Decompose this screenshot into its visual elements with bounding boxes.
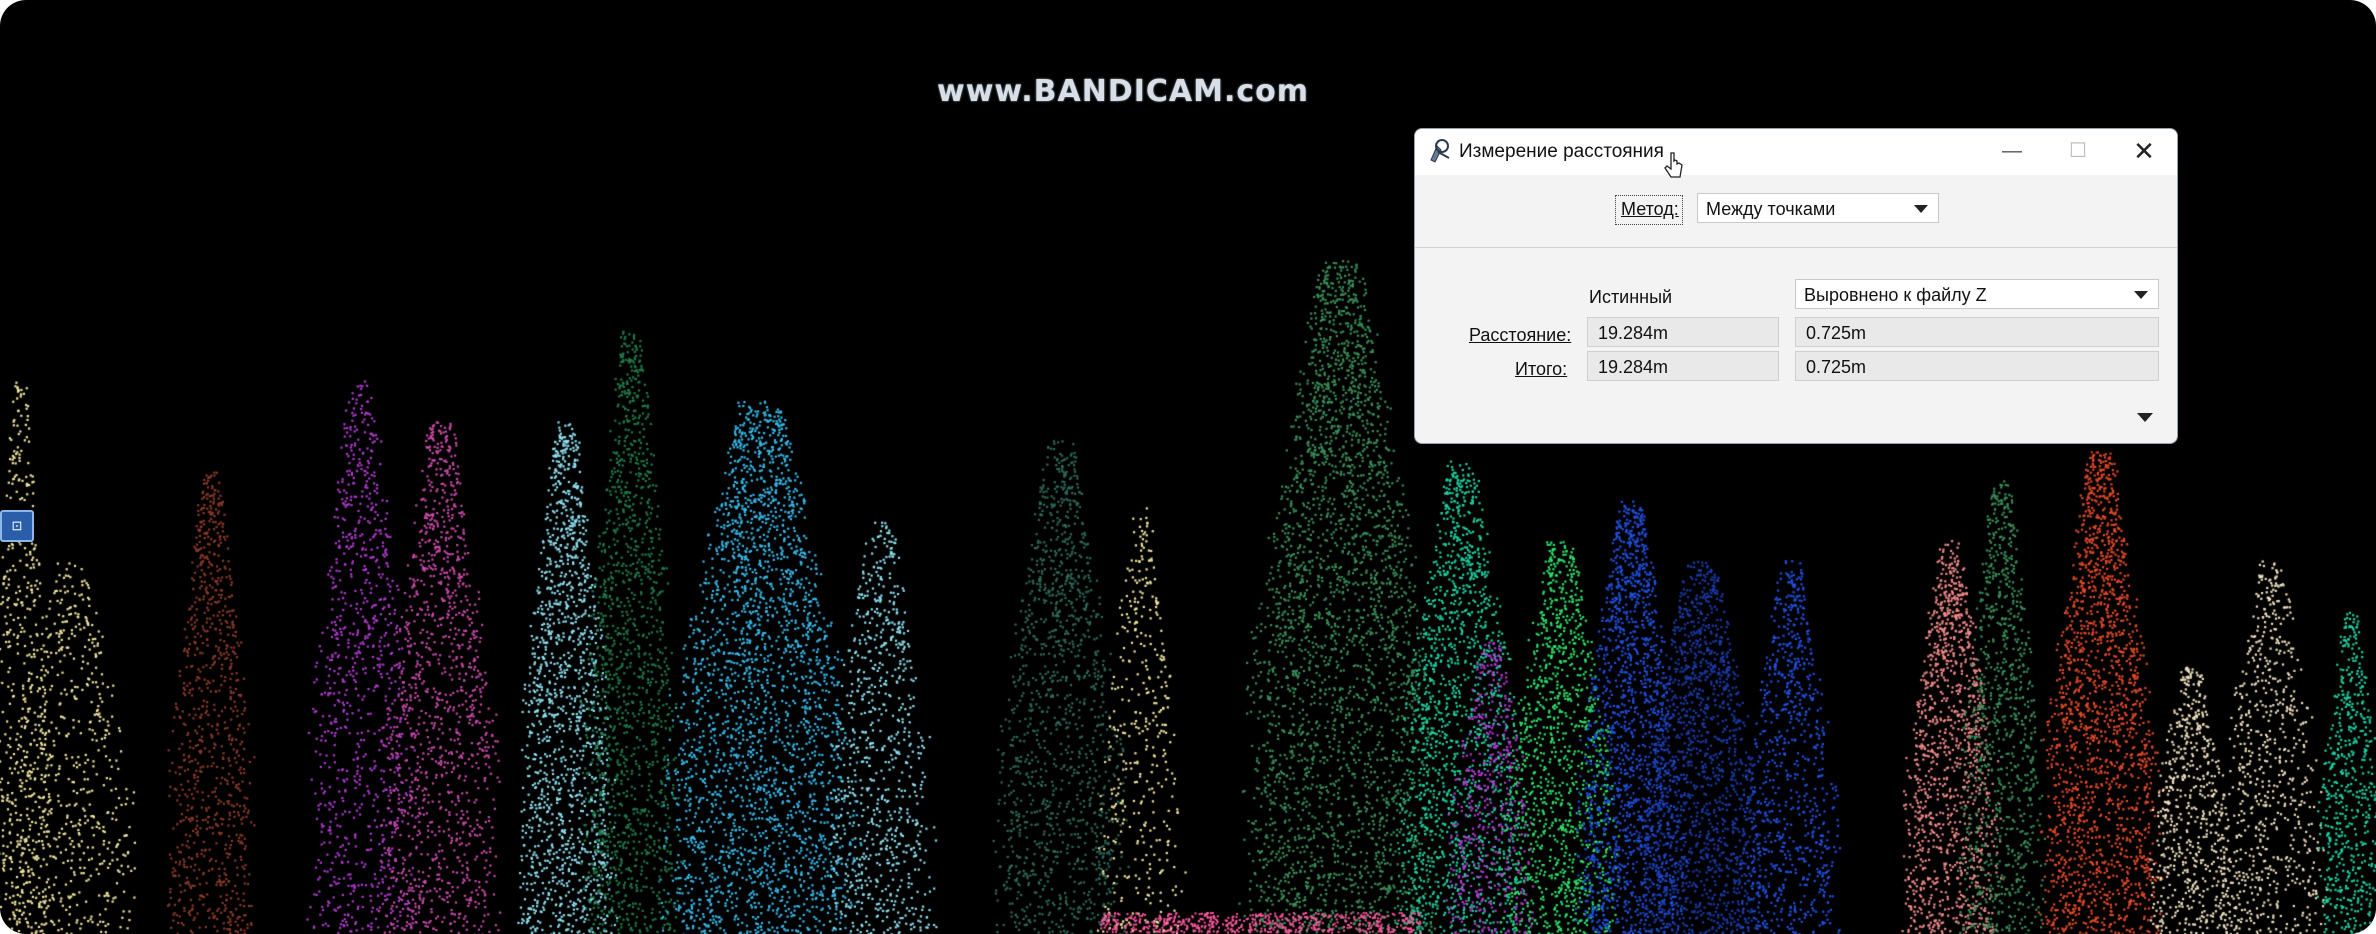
maximize-icon[interactable]: ☐ (2045, 129, 2111, 173)
dialog-titlebar[interactable]: Измерение расстояния — ☐ ✕ (1415, 129, 2177, 178)
measure-distance-icon (1430, 139, 1450, 163)
total-true-field[interactable]: 19.284m (1587, 351, 1779, 381)
total-true-value: 19.284m (1598, 357, 1669, 377)
true-column-header: Истинный (1589, 287, 1673, 307)
method-label: Метод: (1621, 199, 1679, 219)
distance-projected-field[interactable]: 0.725m (1795, 317, 2159, 347)
distance-label: Расстояние: (1469, 325, 1572, 345)
distance-true-field[interactable]: 19.284m (1587, 317, 1779, 347)
chevron-down-icon (1914, 205, 1928, 213)
minimize-icon[interactable]: — (1979, 129, 2045, 173)
method-dropdown[interactable]: Между точками (1697, 193, 1939, 223)
measure-distance-dialog: Измерение расстояния — ☐ ✕ Метод: Между … (1414, 128, 2178, 444)
total-projected-field[interactable]: 0.725m (1795, 351, 2159, 381)
method-value: Между точками (1706, 199, 1836, 219)
total-label: Итого: (1515, 359, 1568, 379)
projection-value: Выровнено к файлу Z (1804, 285, 1987, 305)
distance-projected-value: 0.725m (1806, 323, 1867, 343)
projection-dropdown[interactable]: Выровнено к файлу Z (1795, 279, 2159, 309)
divider (1415, 247, 2177, 248)
watermark-text: www.BANDICAM.com (936, 74, 1309, 109)
mouse-cursor-icon (1664, 152, 1683, 178)
view-cube-icon[interactable]: ⊡ (0, 510, 34, 542)
chevron-down-icon[interactable] (2137, 413, 2153, 422)
point-cloud-viewport[interactable]: www.BANDICAM.com ⊡ Измерение расстояния … (0, 0, 2376, 934)
recording-watermark: www.BANDICAM.com (0, 74, 2376, 109)
chevron-down-icon (2134, 291, 2148, 299)
close-icon[interactable]: ✕ (2111, 129, 2177, 173)
dialog-title: Измерение расстояния (1459, 141, 1664, 162)
total-projected-value: 0.725m (1806, 357, 1867, 377)
distance-true-value: 19.284m (1598, 323, 1669, 343)
